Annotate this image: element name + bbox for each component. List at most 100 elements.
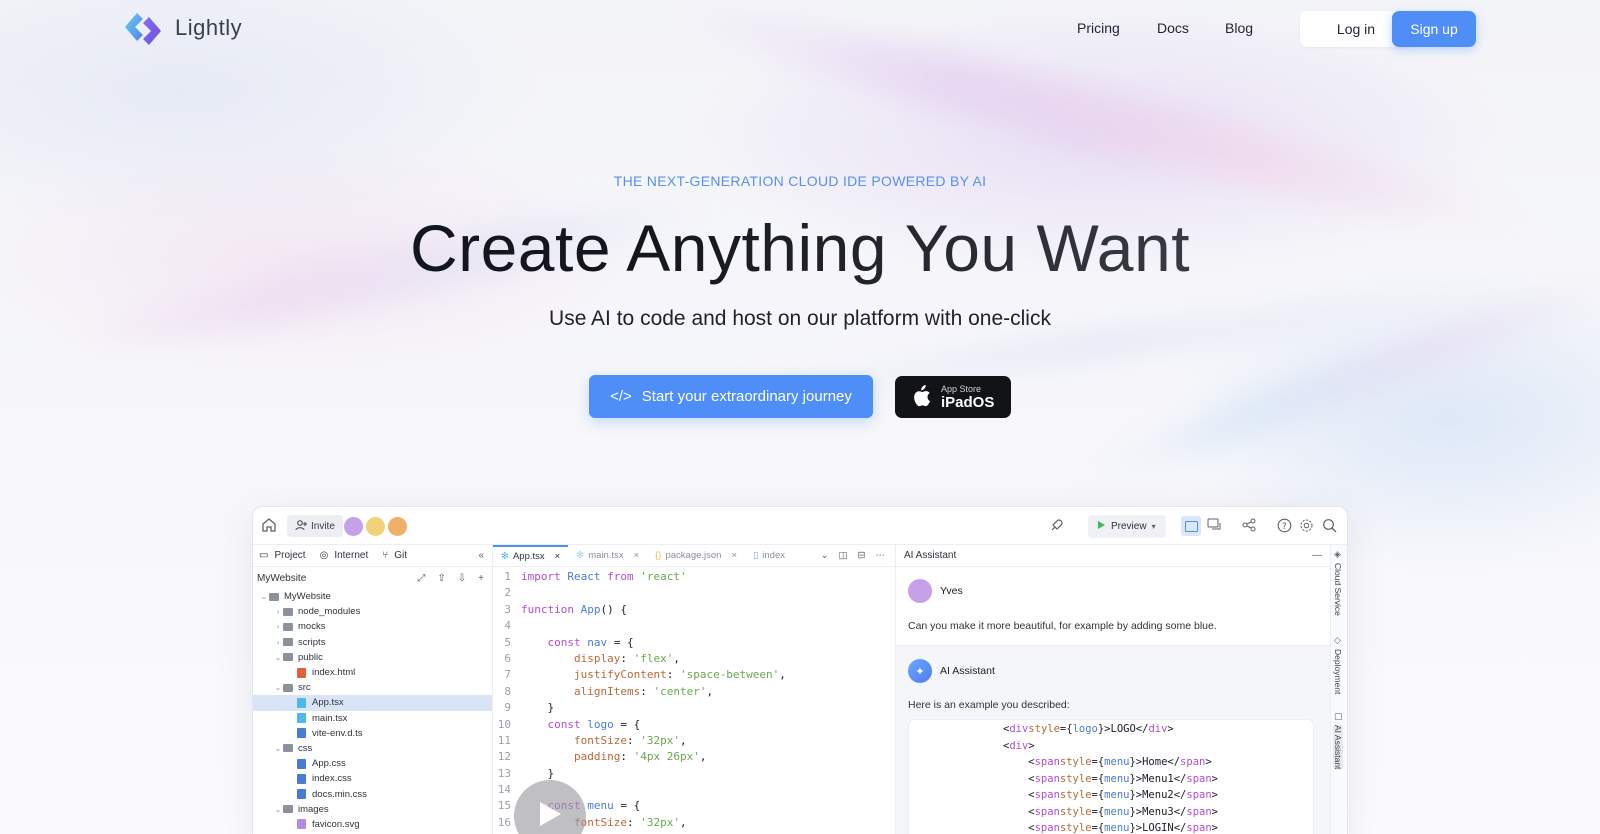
file-tree-item[interactable]: › node_modules	[253, 604, 492, 619]
tab-git[interactable]: Git	[394, 550, 407, 561]
chevron-right-icon[interactable]: ›	[273, 638, 283, 647]
more-icon[interactable]: ⋯	[876, 550, 886, 561]
snippet-line: < div >	[1003, 739, 1035, 752]
folder-icon	[269, 592, 279, 601]
file-tree-item[interactable]: App.tsx	[253, 695, 492, 711]
chevron-down-icon[interactable]: ⌄	[273, 744, 283, 753]
chat-assistant: ✦ AI Assistant	[908, 659, 995, 683]
file-tree-item[interactable]: vite-env.d.ts	[253, 726, 492, 741]
file-tree-item[interactable]: ⌄ images	[253, 802, 492, 817]
project-panel: ▭ Project ◎ Internet ⑂ Git « MyWebsite ⤢…	[253, 545, 493, 834]
file-tree-label: App.tsx	[312, 697, 344, 709]
close-icon[interactable]: ×	[634, 550, 640, 561]
tab-index[interactable]: ▯ index	[745, 545, 793, 567]
line-number: 6	[504, 651, 511, 665]
file-tree-item[interactable]: ⌄ MyWebsite	[253, 589, 492, 604]
avatar[interactable]	[344, 517, 363, 536]
code-line: 8 alignItems: 'center',	[493, 685, 895, 701]
left-panel-tabs: ▭ Project ◎ Internet ⑂ Git «	[253, 545, 492, 567]
file-tree-item[interactable]: favicon.svg	[253, 817, 492, 832]
split-vertical-icon[interactable]: ◫	[839, 550, 848, 561]
rocket-icon[interactable]	[1049, 518, 1064, 533]
chevron-down-icon: ▾	[1151, 522, 1156, 531]
file-tree-label: public	[298, 651, 323, 663]
code-text: function App() {	[521, 602, 627, 616]
file-tree-item[interactable]: docs.min.css	[253, 786, 492, 801]
avatar[interactable]	[388, 517, 407, 536]
minimize-icon[interactable]: —	[1312, 550, 1322, 561]
file-tree-label: main.tsx	[312, 712, 348, 724]
download-icon[interactable]: ⇩	[458, 573, 466, 584]
file-tree-item[interactable]: ⌄ src	[253, 680, 492, 695]
logo-icon	[123, 9, 167, 47]
side-tab-cloud-service[interactable]: Cloud Service	[1333, 563, 1343, 616]
chevron-right-icon[interactable]: ›	[273, 622, 283, 631]
avatar	[908, 579, 932, 603]
nav-link-pricing[interactable]: Pricing	[1077, 20, 1120, 36]
line-number: 14	[497, 783, 511, 797]
file-tree-item[interactable]: App.css	[253, 756, 492, 771]
add-icon[interactable]: +	[478, 573, 484, 584]
file-tree-item[interactable]: › scripts	[253, 635, 492, 650]
react-file-icon	[297, 713, 306, 724]
css-file-icon	[297, 789, 306, 800]
tab-project[interactable]: Project	[274, 550, 305, 561]
chevron-down-icon[interactable]: ⌄	[273, 653, 283, 662]
expand-icon[interactable]: ⤢	[417, 573, 425, 584]
nav-link-docs[interactable]: Docs	[1157, 20, 1189, 36]
chevron-down-icon[interactable]: ⌄	[273, 805, 283, 814]
file-tree-item[interactable]: ⌄ css	[253, 741, 492, 756]
globe-icon: ◎	[319, 550, 329, 561]
chat-icon[interactable]	[1207, 518, 1222, 532]
gear-icon[interactable]	[1299, 518, 1314, 533]
share-icon[interactable]	[1242, 518, 1256, 532]
tab-main-tsx[interactable]: ✻ main.tsx ×	[568, 545, 647, 567]
nav-link-blog[interactable]: Blog	[1225, 20, 1253, 36]
tab-internet[interactable]: Internet	[334, 550, 368, 561]
close-icon[interactable]: ×	[555, 551, 561, 562]
side-tab-deployment[interactable]: Deployment	[1333, 649, 1343, 694]
code-text: import React from 'react'	[521, 570, 687, 583]
invite-button[interactable]: Invite	[287, 515, 343, 537]
snippet-line: < span style ={menu}>Menu1</span >	[1003, 772, 1218, 785]
code-line: 4	[493, 619, 895, 635]
tab-package-json[interactable]: {} package.json ×	[647, 545, 745, 567]
tab-label: index	[762, 550, 785, 561]
collapse-icon[interactable]: «	[478, 550, 484, 561]
store-big-label: iPadOS	[941, 393, 995, 411]
snippet-line: < span style ={menu}>Menu2</span >	[1003, 789, 1218, 801]
code-text: const nav = {	[547, 635, 634, 649]
side-tab-ai-assistant[interactable]: AI Assistant	[1333, 725, 1343, 770]
code-text: fontSize: '32px',	[573, 733, 687, 747]
preview-button[interactable]: Preview ▾	[1088, 515, 1166, 538]
home-icon[interactable]	[261, 517, 277, 533]
preview-label: Preview	[1111, 521, 1147, 532]
file-tree: ⌄ MyWebsite › node_modules › mocks › scripts ⌄ pu…	[253, 589, 492, 832]
ai-assistant-panel: AI Assistant — Yves Can you make it more…	[896, 545, 1332, 834]
brand-logo[interactable]: Lightly	[123, 9, 242, 47]
app-store-button[interactable]: App Store iPadOS	[895, 376, 1011, 418]
file-tree-item[interactable]: main.tsx	[253, 711, 492, 726]
hero-subline: Use AI to code and host on our platform …	[549, 307, 1051, 330]
layout-icon[interactable]	[1181, 516, 1201, 536]
chevron-down-icon[interactable]: ⌄	[821, 550, 829, 561]
chevron-right-icon[interactable]: ›	[273, 607, 283, 616]
file-tree-item[interactable]: index.css	[253, 771, 492, 786]
file-tree-item[interactable]: ⌄ public	[253, 650, 492, 665]
file-tree-item[interactable]: › mocks	[253, 619, 492, 634]
tab-app-tsx[interactable]: ✻ App.tsx ×	[493, 544, 569, 567]
help-icon[interactable]: ?	[1277, 518, 1292, 533]
split-horizontal-icon[interactable]: ⊟	[858, 550, 866, 561]
file-tree-item[interactable]: index.html	[253, 665, 492, 680]
close-icon[interactable]: ×	[731, 550, 737, 561]
file-tree-label: css	[298, 742, 313, 754]
signup-button[interactable]: Sign up	[1392, 11, 1476, 47]
search-icon[interactable]	[1322, 518, 1337, 533]
chevron-down-icon[interactable]: ⌄	[259, 592, 269, 601]
line-number: 5	[504, 635, 511, 649]
chevron-down-icon[interactable]: ⌄	[273, 683, 283, 692]
start-journey-button[interactable]: </> Start your extraordinary journey	[589, 375, 873, 418]
upload-icon[interactable]: ⇪	[437, 573, 445, 584]
json-icon: {}	[655, 550, 662, 561]
avatar[interactable]	[366, 517, 385, 536]
